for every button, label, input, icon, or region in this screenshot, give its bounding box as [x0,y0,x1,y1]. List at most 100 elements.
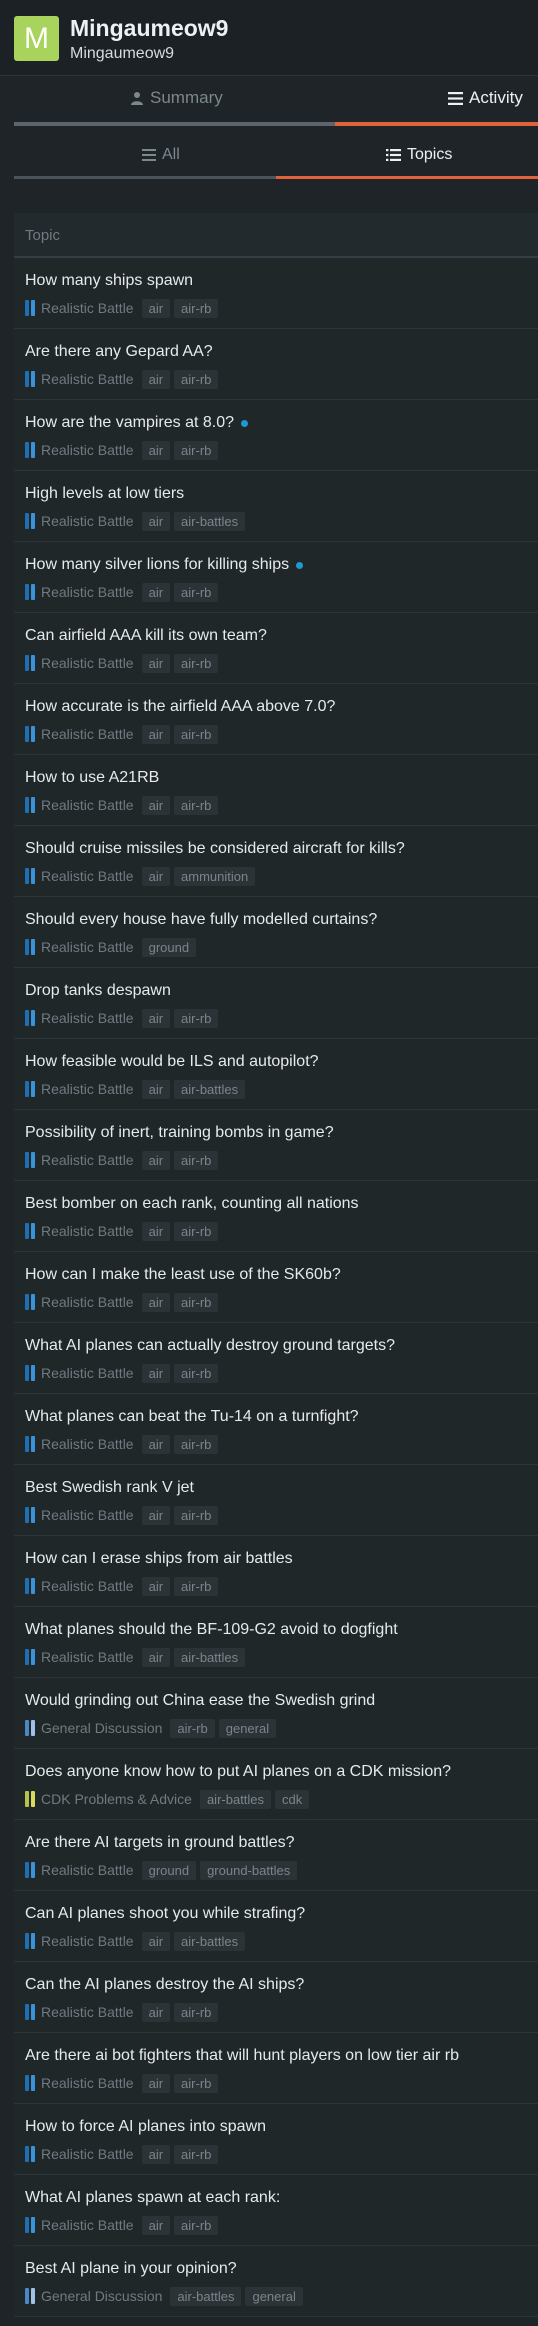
topic-title-link[interactable]: How can I erase ships from air battles [25,1550,293,1568]
topic-title-link[interactable]: What AI planes spawn at each rank: [25,2189,280,2207]
tag-link[interactable]: air [141,724,171,744]
tag-link[interactable]: air [141,795,171,815]
tag-link[interactable]: air-rb [174,724,219,744]
topic-row[interactable]: What AI planes spawn at each rank: Realis… [14,2175,538,2246]
tag-link[interactable]: air-rb [174,582,219,602]
tag-link[interactable]: air-rb [170,1718,215,1738]
topic-row[interactable]: How to use A21RB Realistic Battle air air-r… [14,755,538,826]
tag-link[interactable]: air [141,369,171,389]
topic-row[interactable]: Can AI planes shoot you while strafing? R… [14,1891,538,1962]
topic-title-link[interactable]: Would grinding out China ease the Swedis… [25,1692,375,1710]
topic-row[interactable]: How many silver lions for killing ships R… [14,542,538,613]
topic-row[interactable]: Are there ai bot fighters that will hunt… [14,2033,538,2104]
tab-topics[interactable]: Topics [386,146,452,164]
tag-link[interactable]: air [141,1434,171,1454]
tag-link[interactable]: air [141,1647,171,1667]
tag-link[interactable]: general [245,2286,303,2306]
category-link[interactable]: Realistic Battle [41,1010,134,1026]
category-link[interactable]: Realistic Battle [41,2146,134,2162]
topic-row[interactable]: What planes should the BF-109-G2 avoid t… [14,1607,538,1678]
category-link[interactable]: Realistic Battle [41,371,134,387]
topic-title-link[interactable]: Are there AI targets in ground battles? [25,1834,295,1852]
category-link[interactable]: General Discussion [41,2288,162,2304]
category-link[interactable]: Realistic Battle [41,442,134,458]
tag-link[interactable]: air-rb [174,1292,219,1312]
category-link[interactable]: Realistic Battle [41,584,134,600]
tag-link[interactable]: general [218,1718,277,1738]
topic-row[interactable]: What AI planes can actually destroy grou… [14,1323,538,1394]
tag-link[interactable]: air-rb [174,2073,219,2093]
category-link[interactable]: Realistic Battle [41,513,134,529]
category-link[interactable]: Realistic Battle [41,726,134,742]
tag-link[interactable]: air [141,2144,171,2164]
topic-title-link[interactable]: Best AI plane in your opinion? [25,2260,237,2278]
category-link[interactable]: Realistic Battle [41,2075,134,2091]
topic-row[interactable]: Possibility of inert, training bombs in … [14,1110,538,1181]
tag-link[interactable]: air [141,298,171,318]
topic-title-link[interactable]: What planes can beat the Tu-14 on a turn… [25,1408,359,1426]
topic-row[interactable]: Can the AI planes destroy the AI ships? R… [14,1962,538,2033]
category-link[interactable]: Realistic Battle [41,1649,134,1665]
tag-link[interactable]: air-rb [174,1505,219,1525]
tag-link[interactable]: air-rb [174,1221,219,1241]
topic-title-link[interactable]: High levels at low tiers [25,485,184,503]
topic-title-link[interactable]: Best bomber on each rank, counting all n… [25,1195,359,1213]
category-link[interactable]: Realistic Battle [41,1507,134,1523]
topic-row[interactable]: Should cruise missiles be considered air… [14,826,538,897]
topic-title-link[interactable]: How many silver lions for killing ships [25,556,304,574]
tag-link[interactable]: air [141,1079,171,1099]
tag-link[interactable]: air-rb [174,2002,219,2022]
category-link[interactable]: Realistic Battle [41,868,134,884]
topic-title-link[interactable]: Possibility of inert, training bombs in … [25,1124,334,1142]
topic-title-link[interactable]: Best Swedish rank V jet [25,1479,194,1497]
tag-link[interactable]: air-rb [174,1363,219,1383]
tab-all[interactable]: All [142,146,180,164]
topic-row[interactable]: Best AI plane in your opinion? General Di… [14,2246,538,2317]
topic-row[interactable]: How many ships spawn Realistic Battle air a… [14,258,538,329]
topic-row[interactable]: How accurate is the airfield AAA above 7… [14,684,538,755]
topic-row[interactable]: How to force AI planes into spawn Realist… [14,2104,538,2175]
tag-link[interactable]: cdk [275,1789,310,1809]
tag-link[interactable]: air [141,653,171,673]
topic-title-link[interactable]: What AI planes can actually destroy grou… [25,1337,395,1355]
user-avatar[interactable]: M [14,16,59,61]
topic-row[interactable]: Are there AI targets in ground battles? R… [14,1820,538,1891]
tag-link[interactable]: air [141,2215,171,2235]
topic-row[interactable]: Drop tanks despawn Realistic Battle air air… [14,968,538,1039]
category-link[interactable]: Realistic Battle [41,1578,134,1594]
topic-row[interactable]: Best bomber on each rank, counting all n… [14,1181,538,1252]
topic-title-link[interactable]: How feasible would be ILS and autopilot? [25,1053,319,1071]
tag-link[interactable]: air [141,1150,171,1170]
category-link[interactable]: General Discussion [41,1720,162,1736]
tag-link[interactable]: air [141,1505,171,1525]
tag-link[interactable]: air [141,1576,171,1596]
tag-link[interactable]: air [141,2073,171,2093]
category-link[interactable]: Realistic Battle [41,1081,134,1097]
tag-link[interactable]: air [141,1363,171,1383]
tag-link[interactable]: air [141,582,171,602]
tag-link[interactable]: air [141,2002,171,2022]
category-link[interactable]: Realistic Battle [41,797,134,813]
topic-title-link[interactable]: Should cruise missiles be considered air… [25,840,405,858]
category-link[interactable]: Realistic Battle [41,939,134,955]
tag-link[interactable]: air-battles [170,2286,242,2306]
tag-link[interactable]: air-rb [174,795,219,815]
tag-link[interactable]: air-rb [174,1576,219,1596]
category-link[interactable]: Realistic Battle [41,1152,134,1168]
topic-row[interactable]: How feasible would be ILS and autopilot?… [14,1039,538,1110]
topic-row[interactable]: Should every house have fully modelled c… [14,897,538,968]
topic-column-header[interactable]: Topic [14,213,538,258]
category-link[interactable]: CDK Problems & Advice [41,1791,192,1807]
tag-link[interactable]: air-battles [174,1931,246,1951]
category-link[interactable]: Realistic Battle [41,2217,134,2233]
tab-activity[interactable]: Activity [448,88,523,108]
topic-title-link[interactable]: How are the vampires at 8.0? [25,414,248,432]
topic-row[interactable]: Best Swedish rank V jet Realistic Battle a… [14,1465,538,1536]
topic-row[interactable]: Can airfield AAA kill its own team? Reali… [14,613,538,684]
tag-link[interactable]: air-battles [199,1789,272,1809]
topic-title-link[interactable]: Can airfield AAA kill its own team? [25,627,267,645]
topic-row[interactable]: Does anyone know how to put AI planes on… [14,1749,538,1820]
topic-title-link[interactable]: Should every house have fully modelled c… [25,911,377,929]
topic-title-link[interactable]: Does anyone know how to put AI planes on… [25,1763,451,1781]
tag-link[interactable]: air [141,440,171,460]
